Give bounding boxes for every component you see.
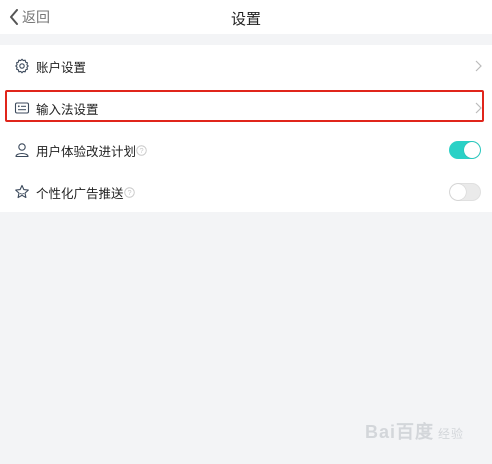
- settings-item-label: 账户设置: [36, 60, 87, 75]
- help-icon[interactable]: ?: [136, 145, 147, 156]
- star-icon: [15, 184, 29, 199]
- baidu-watermark: Bai百度 经验: [365, 418, 464, 444]
- toggle-knob: [450, 184, 466, 200]
- settings-item-account[interactable]: 账户设置: [0, 45, 492, 87]
- help-icon[interactable]: ?: [124, 187, 135, 198]
- settings-item-label: 用户体验改进计划: [36, 141, 136, 160]
- settings-list: 账户设置 输入法设置 用户体验改进计划 ? 个性化广告推送 ?: [0, 45, 492, 212]
- svg-text:?: ?: [127, 188, 131, 197]
- gear-icon: [15, 58, 29, 74]
- user-icon: [15, 143, 29, 158]
- settings-item-personalized-ads: 个性化广告推送 ?: [0, 171, 492, 213]
- settings-item-user-experience: 用户体验改进计划 ?: [0, 129, 492, 171]
- settings-item-text: 个性化广告推送: [36, 186, 124, 201]
- user-experience-toggle[interactable]: [449, 141, 481, 159]
- watermark-sub: 经验: [437, 427, 464, 441]
- chevron-right-icon: [475, 60, 482, 72]
- svg-text:?: ?: [139, 146, 143, 155]
- toggle-knob: [464, 142, 480, 158]
- settings-item-label: 个性化广告推送: [36, 183, 124, 202]
- page-title: 设置: [230, 11, 261, 28]
- settings-item-text: 用户体验改进计划: [36, 144, 137, 159]
- highlight-box: [5, 90, 484, 122]
- top-bar: 返回 设置: [0, 0, 492, 34]
- personalized-ads-toggle[interactable]: [449, 183, 481, 201]
- watermark-main: Bai百度: [364, 422, 434, 442]
